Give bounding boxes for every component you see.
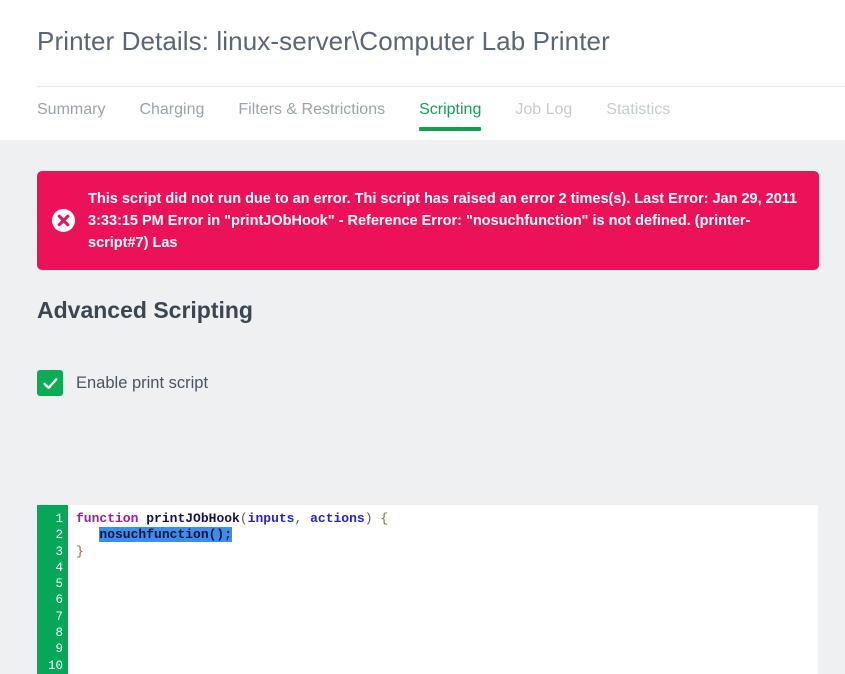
editor-code-line	[76, 609, 818, 625]
editor-line-number-gutter: 1 2 3 4 5 6 7 8 9 10	[37, 505, 68, 674]
check-icon	[42, 377, 57, 389]
editor-code-line	[76, 592, 818, 608]
alert-message: This script did not run due to an error.…	[88, 190, 798, 251]
tab-summary[interactable]: Summary	[37, 87, 105, 131]
page-title: Printer Details: linux-server\Computer L…	[37, 26, 610, 56]
editor-code-line	[76, 658, 818, 674]
editor-line-number: 9	[55, 642, 63, 657]
tab-charging[interactable]: Charging	[139, 87, 204, 131]
editor-token: inputs	[247, 511, 295, 526]
editor-selected-token: nosuchfunction();	[99, 527, 233, 543]
editor-line-number: 4	[55, 560, 63, 575]
editor-code-line	[76, 641, 818, 657]
editor-code-line: }	[76, 544, 818, 560]
editor-line-number: 6	[55, 593, 63, 608]
page-body: This script did not run due to an error.…	[0, 140, 845, 674]
editor-token: }	[76, 543, 84, 559]
section-heading: Advanced Scripting	[37, 297, 253, 323]
error-circle-x-icon	[51, 208, 76, 233]
editor-code-line	[76, 560, 818, 576]
page-header: Printer Details: linux-server\Computer L…	[0, 0, 845, 140]
editor-token: (	[239, 511, 248, 526]
editor-code-line: function printJObHook(inputs, actions) {	[76, 511, 818, 527]
script-code-editor[interactable]: 1 2 3 4 5 6 7 8 9 10 function printJObHook(inputs…	[37, 505, 818, 674]
tab-statistics[interactable]: Statistics	[606, 87, 670, 131]
editor-line-number: 3	[55, 544, 63, 559]
editor-line-number: 8	[55, 626, 63, 641]
printer-details-page: Printer Details: linux-server\Computer L…	[0, 0, 845, 674]
enable-print-script-row[interactable]: Enable print script	[37, 370, 208, 396]
tab-scripting[interactable]: Scripting	[419, 87, 482, 131]
tab-bar: Summary Charging Filters & Restrictions …	[37, 86, 845, 141]
editor-token: {	[380, 511, 389, 526]
script-error-alert: This script did not run due to an error.…	[37, 171, 819, 270]
editor-token: function	[76, 511, 139, 526]
tab-filters-restrictions[interactable]: Filters & Restrictions	[238, 87, 385, 131]
editor-line-number: 5	[55, 577, 63, 592]
editor-token: actions	[310, 511, 365, 526]
editor-line-number: 1	[55, 512, 63, 526]
editor-token: printJObHook	[146, 511, 240, 526]
enable-print-script-label: Enable print script	[76, 373, 209, 392]
enable-print-script-checkbox[interactable]	[37, 370, 63, 396]
editor-line-number: 7	[55, 609, 63, 624]
editor-code-line	[76, 625, 818, 641]
editor-token: ,	[294, 511, 311, 526]
tab-job-log[interactable]: Job Log	[515, 87, 572, 131]
editor-code-line	[76, 576, 818, 592]
editor-line-number: 2	[55, 528, 63, 543]
editor-token: )	[364, 511, 381, 526]
editor-line-number: 10	[47, 658, 63, 673]
editor-code-area[interactable]: function printJObHook(inputs, actions) {…	[68, 505, 818, 674]
editor-code-line: nosuchfunction();	[76, 527, 818, 543]
